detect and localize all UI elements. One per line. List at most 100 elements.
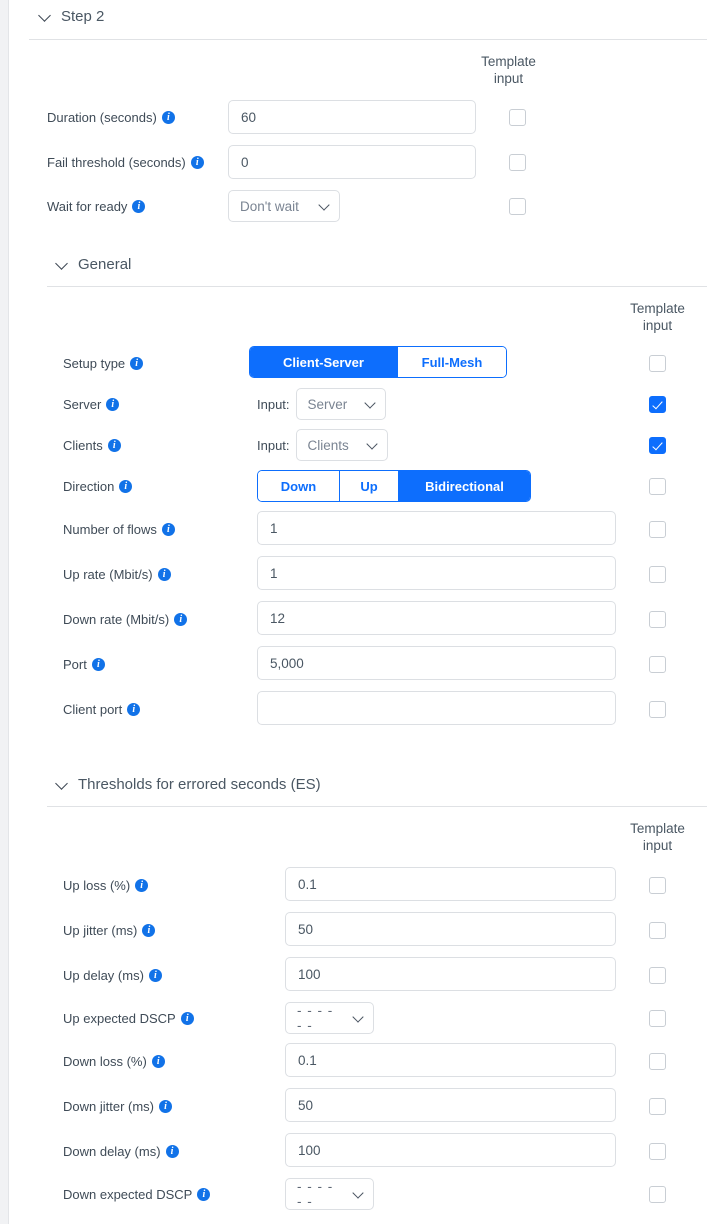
template-input-checkbox-server[interactable] bbox=[649, 396, 666, 413]
template-input-checkbox-up-delay[interactable] bbox=[649, 967, 666, 984]
select-clients-value: Clients bbox=[308, 438, 349, 453]
template-input-checkbox-duration[interactable] bbox=[509, 109, 526, 126]
chevron-down-icon bbox=[56, 778, 69, 791]
template-input-checkbox-fail-threshold[interactable] bbox=[509, 154, 526, 171]
section-divider-step2 bbox=[29, 39, 707, 40]
label-clients-text: Clients bbox=[63, 438, 103, 453]
input-port[interactable]: 5,000 bbox=[257, 646, 616, 680]
info-icon[interactable]: i bbox=[119, 480, 132, 493]
input-up-delay[interactable]: 100 bbox=[285, 957, 616, 991]
template-input-header-line1: Template bbox=[610, 820, 705, 837]
info-icon[interactable]: i bbox=[181, 1012, 194, 1025]
input-down-delay[interactable]: 100 bbox=[285, 1133, 616, 1167]
info-icon[interactable]: i bbox=[130, 357, 143, 370]
section-header-thresholds-es[interactable]: Thresholds for errored seconds (ES) bbox=[56, 776, 321, 793]
info-icon[interactable]: i bbox=[162, 111, 175, 124]
page-left-gutter bbox=[0, 0, 8, 1224]
select-server-value: Server bbox=[308, 397, 348, 412]
input-down-loss[interactable]: 0.1 bbox=[285, 1043, 616, 1077]
template-input-checkbox-down-expected-dscp[interactable] bbox=[649, 1186, 666, 1203]
template-input-checkbox-port[interactable] bbox=[649, 656, 666, 673]
info-icon[interactable]: i bbox=[174, 613, 187, 626]
info-icon[interactable]: i bbox=[162, 523, 175, 536]
select-down-expected-dscp[interactable]: - - - - - - bbox=[285, 1178, 374, 1210]
template-input-checkbox-up-rate[interactable] bbox=[649, 566, 666, 583]
input-up-rate[interactable]: 1 bbox=[257, 556, 616, 590]
section-header-general[interactable]: General bbox=[56, 256, 131, 273]
info-icon[interactable]: i bbox=[149, 969, 162, 982]
section-divider-thresholds-es bbox=[47, 806, 707, 807]
template-input-checkbox-down-jitter[interactable] bbox=[649, 1098, 666, 1115]
input-down-delay-value: 100 bbox=[298, 1143, 321, 1158]
label-duration-text: Duration (seconds) bbox=[47, 110, 157, 125]
chevron-down-icon bbox=[365, 399, 376, 410]
segmented-setup-type[interactable]: Client-Server Full-Mesh bbox=[249, 346, 507, 378]
segment-client-server[interactable]: Client-Server bbox=[250, 347, 398, 377]
label-server-text: Server bbox=[63, 397, 101, 412]
input-port-value: 5,000 bbox=[270, 656, 304, 671]
label-port: Port i bbox=[63, 657, 105, 672]
input-fail-threshold-value: 0 bbox=[241, 155, 249, 170]
section-title-step2: Step 2 bbox=[61, 8, 104, 25]
select-up-expected-dscp[interactable]: - - - - - - bbox=[285, 1002, 374, 1034]
segmented-direction[interactable]: Down Up Bidirectional bbox=[257, 470, 531, 502]
template-input-header-general: Template input bbox=[610, 300, 705, 334]
label-down-jitter: Down jitter (ms) i bbox=[63, 1099, 172, 1114]
info-icon[interactable]: i bbox=[159, 1100, 172, 1113]
info-icon[interactable]: i bbox=[106, 398, 119, 411]
label-client-port: Client port i bbox=[63, 702, 140, 717]
input-duration[interactable]: 60 bbox=[228, 100, 476, 134]
info-icon[interactable]: i bbox=[135, 879, 148, 892]
section-header-step2[interactable]: Step 2 bbox=[39, 8, 104, 25]
input-up-loss[interactable]: 0.1 bbox=[285, 867, 616, 901]
input-up-jitter[interactable]: 50 bbox=[285, 912, 616, 946]
info-icon[interactable]: i bbox=[142, 924, 155, 937]
info-icon[interactable]: i bbox=[191, 156, 204, 169]
template-input-checkbox-number-of-flows[interactable] bbox=[649, 521, 666, 538]
template-input-checkbox-up-expected-dscp[interactable] bbox=[649, 1010, 666, 1027]
segment-full-mesh[interactable]: Full-Mesh bbox=[398, 347, 506, 377]
label-fail-threshold: Fail threshold (seconds) i bbox=[47, 155, 204, 170]
label-direction-text: Direction bbox=[63, 479, 114, 494]
template-input-header-step2: Template input bbox=[461, 53, 556, 87]
label-fail-threshold-text: Fail threshold (seconds) bbox=[47, 155, 186, 170]
template-input-checkbox-clients[interactable] bbox=[649, 437, 666, 454]
input-down-jitter[interactable]: 50 bbox=[285, 1088, 616, 1122]
segment-down[interactable]: Down bbox=[258, 471, 340, 501]
info-icon[interactable]: i bbox=[158, 568, 171, 581]
info-icon[interactable]: i bbox=[127, 703, 140, 716]
input-fail-threshold[interactable]: 0 bbox=[228, 145, 476, 179]
template-input-checkbox-down-delay[interactable] bbox=[649, 1143, 666, 1160]
input-down-rate[interactable]: 12 bbox=[257, 601, 616, 635]
label-down-expected-dscp-text: Down expected DSCP bbox=[63, 1187, 192, 1202]
segment-up[interactable]: Up bbox=[340, 471, 399, 501]
info-icon[interactable]: i bbox=[152, 1055, 165, 1068]
template-input-checkbox-setup-type[interactable] bbox=[649, 355, 666, 372]
info-icon[interactable]: i bbox=[108, 439, 121, 452]
template-input-header-line2: input bbox=[610, 837, 705, 854]
info-icon[interactable]: i bbox=[132, 200, 145, 213]
input-client-port[interactable] bbox=[257, 691, 616, 725]
template-input-checkbox-client-port[interactable] bbox=[649, 701, 666, 718]
row-clients-control: Input: Clients bbox=[257, 429, 388, 461]
select-clients[interactable]: Clients bbox=[296, 429, 388, 461]
section-title-thresholds-es: Thresholds for errored seconds (ES) bbox=[78, 776, 321, 793]
input-number-of-flows[interactable]: 1 bbox=[257, 511, 616, 545]
chevron-down-icon bbox=[353, 1013, 364, 1024]
segment-bidirectional[interactable]: Bidirectional bbox=[399, 471, 530, 501]
template-input-checkbox-down-loss[interactable] bbox=[649, 1053, 666, 1070]
info-icon[interactable]: i bbox=[92, 658, 105, 671]
label-server: Server i bbox=[63, 397, 119, 412]
label-wait-for-ready: Wait for ready i bbox=[47, 199, 145, 214]
select-server[interactable]: Server bbox=[296, 388, 386, 420]
template-input-checkbox-wait-for-ready[interactable] bbox=[509, 198, 526, 215]
info-icon[interactable]: i bbox=[197, 1188, 210, 1201]
template-input-checkbox-down-rate[interactable] bbox=[649, 611, 666, 628]
select-wait-for-ready[interactable]: Don't wait bbox=[228, 190, 340, 222]
select-up-expected-dscp-value: - - - - - - bbox=[297, 1003, 341, 1033]
template-input-checkbox-up-loss[interactable] bbox=[649, 877, 666, 894]
info-icon[interactable]: i bbox=[166, 1145, 179, 1158]
template-input-checkbox-up-jitter[interactable] bbox=[649, 922, 666, 939]
template-input-checkbox-direction[interactable] bbox=[649, 478, 666, 495]
label-up-jitter: Up jitter (ms) i bbox=[63, 923, 155, 938]
